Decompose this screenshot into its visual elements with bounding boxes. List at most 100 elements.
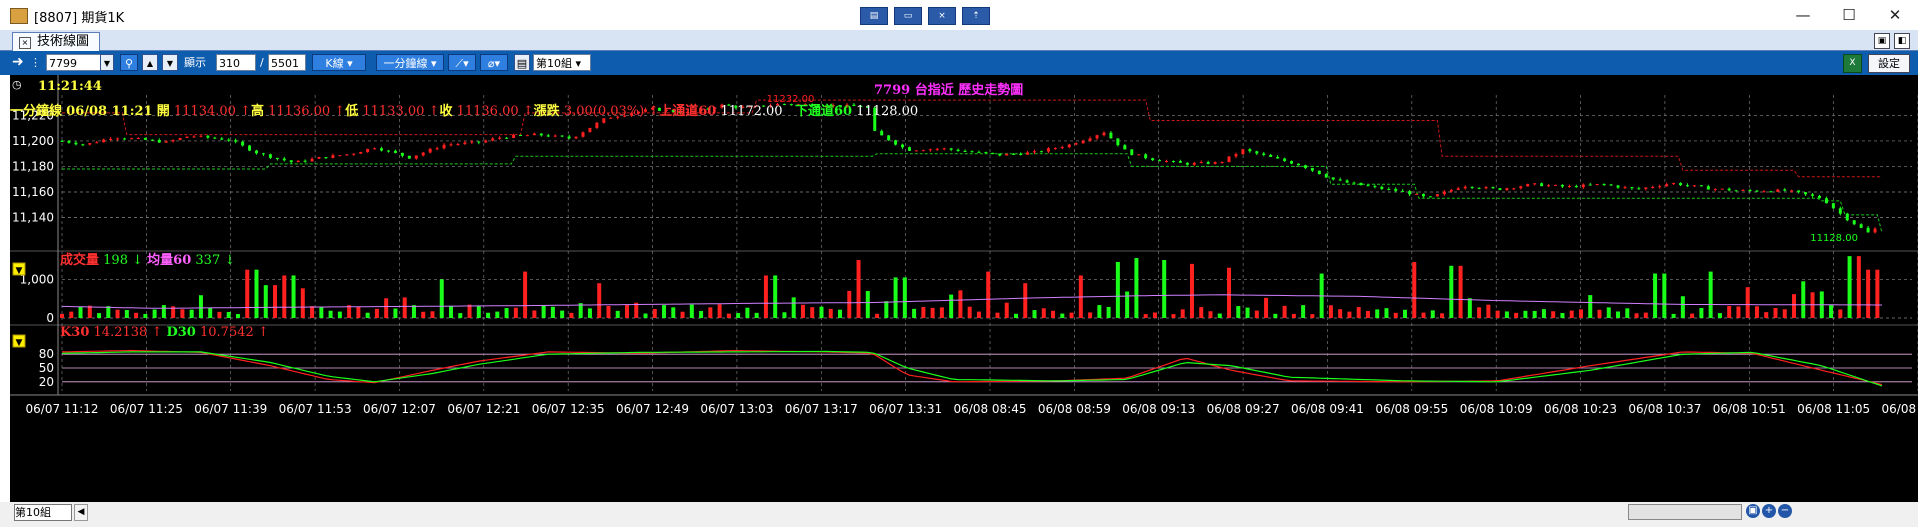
volume-bar — [1597, 309, 1602, 318]
symbol-dropdown-icon[interactable]: ▼ — [100, 54, 114, 71]
eraser-icon[interactable]: ⌀▾ — [480, 54, 508, 71]
volume-bar — [1384, 308, 1389, 318]
zoom-in-icon[interactable]: + — [1762, 504, 1776, 518]
maximize-button[interactable]: ☐ — [1826, 0, 1872, 30]
candle-body — [1609, 184, 1613, 186]
close-button[interactable]: ✕ — [1872, 0, 1918, 30]
lower-channel-label: 下通道60 — [794, 104, 853, 119]
volume-bar — [1254, 310, 1259, 318]
grid-icon[interactable]: ⋮⋮ — [30, 54, 52, 71]
app-icon — [10, 8, 28, 24]
candle-body — [1401, 190, 1405, 192]
candle-body — [1567, 186, 1571, 188]
fit-icon[interactable]: ▣ — [1746, 504, 1760, 518]
volume-bar — [1134, 258, 1139, 318]
scroll-left-icon[interactable]: ◀ — [74, 504, 88, 521]
chart-canvas[interactable]: 11,14011,16011,18011,20011,22001,0002050… — [10, 75, 1918, 502]
volume-bar — [763, 275, 768, 318]
volume-bar — [60, 313, 64, 318]
candle-body — [352, 153, 356, 155]
volume-bar — [995, 312, 1000, 318]
candle-body — [1637, 188, 1641, 190]
candle-body — [1554, 184, 1558, 186]
volume-bar — [1013, 313, 1018, 318]
k-label: K30 — [60, 325, 90, 340]
zoom-out-icon[interactable]: − — [1778, 504, 1792, 518]
volume-bar — [1347, 311, 1352, 318]
volume-bar — [310, 306, 315, 318]
candle-body — [88, 143, 92, 145]
down-arrow-icon[interactable]: ▼ — [162, 54, 178, 71]
volume-bar — [1653, 273, 1658, 318]
candle-body — [1310, 168, 1314, 171]
volume-bar — [921, 307, 926, 318]
volume-bar — [1152, 312, 1157, 318]
price-info-line: 一分鐘線 06/08 11:21 開 11134.00 ↑高 11136.00 … — [10, 104, 919, 119]
candle-body — [907, 147, 911, 151]
time-tick-label: 06/07 11:39 — [194, 402, 267, 416]
volume-bar — [1199, 307, 1204, 318]
tab-right-icons: ▣ ◧ — [1874, 33, 1910, 49]
count-separator: / — [260, 56, 264, 69]
candle-body — [1276, 156, 1280, 159]
arrow-right-icon[interactable]: ➜ — [12, 54, 28, 71]
candle-body — [1491, 187, 1495, 189]
chart-area[interactable]: 11,140 11,160 11,180 11,200 11,220 0 1,000 20 50… — [10, 75, 1918, 502]
candle-body — [977, 151, 981, 153]
search-icon[interactable]: ⚲ — [120, 54, 138, 71]
candle-body — [1269, 154, 1273, 157]
volume-bar — [1829, 305, 1834, 318]
volume-bar — [1486, 304, 1491, 318]
candle-body — [1574, 186, 1578, 188]
time-tick-label: 06/07 12:07 — [363, 402, 436, 416]
up-arrow-icon[interactable]: ▲ — [142, 54, 158, 71]
excel-export-icon[interactable]: X — [1843, 54, 1862, 73]
candle-body — [525, 135, 529, 137]
window-controls: — ☐ ✕ — [1780, 0, 1918, 30]
display-count-input[interactable]: 310 — [216, 54, 256, 71]
volume-bar — [1634, 313, 1639, 318]
settings-button[interactable]: 設定 — [1868, 54, 1910, 73]
candle-body — [1102, 132, 1106, 136]
candle-body — [956, 149, 960, 151]
layout-icon[interactable]: ▤ — [514, 54, 530, 71]
volume-bar — [967, 306, 972, 318]
draw-line-icon[interactable]: ⟋▾ — [448, 54, 476, 71]
minimize-button[interactable]: — — [1780, 0, 1826, 30]
chart-toolbar: ➜ ⋮⋮ 7799 ▼ ⚲ ▲ ▼ 顯示 310 / 5501 K線 ▾ 一分鐘… — [0, 51, 1918, 75]
restore-icon[interactable]: ▣ — [1874, 33, 1890, 49]
period-label: 一分鐘線 — [10, 104, 63, 119]
group-select[interactable]: 第10組 ▾ — [533, 54, 591, 71]
candle-body — [1046, 148, 1050, 152]
candle-body — [1699, 185, 1703, 187]
candle-body — [1685, 185, 1689, 187]
volume-bar — [1717, 313, 1722, 318]
layout-pin-icon[interactable]: ⇡ — [962, 7, 990, 25]
volume-bar — [115, 309, 120, 318]
candle-body — [1151, 158, 1155, 161]
layout-float-icon[interactable]: ▭ — [894, 7, 922, 25]
candle-body — [1213, 162, 1217, 164]
candle-body — [1797, 190, 1801, 193]
volume-bar — [624, 304, 629, 318]
layout-close-icon[interactable]: × — [928, 7, 956, 25]
candle-body — [1380, 186, 1384, 189]
candle-body — [192, 136, 196, 138]
horizontal-scrollbar[interactable] — [1628, 504, 1742, 520]
candle-body — [1331, 177, 1335, 180]
candle-body — [421, 152, 425, 156]
pane-icon[interactable]: ◧ — [1894, 33, 1910, 49]
candle-body — [1158, 160, 1162, 162]
volume-bar — [513, 307, 518, 318]
period-dropdown[interactable]: 一分鐘線 ▾ — [376, 54, 444, 71]
volume-bar — [1690, 313, 1695, 318]
layout-split-icon[interactable]: ▤ — [860, 7, 888, 25]
tab-technical-chart[interactable]: × 技術線圖 — [12, 32, 101, 51]
volume-bar — [1412, 261, 1417, 318]
chart-type-dropdown[interactable]: K線 ▾ — [312, 54, 366, 71]
candle-body — [512, 135, 516, 138]
tab-close-icon[interactable]: × — [19, 37, 31, 49]
group-status-select[interactable]: 第10組 — [14, 504, 72, 521]
candle-body — [1303, 165, 1307, 169]
candle-body — [1588, 184, 1592, 186]
